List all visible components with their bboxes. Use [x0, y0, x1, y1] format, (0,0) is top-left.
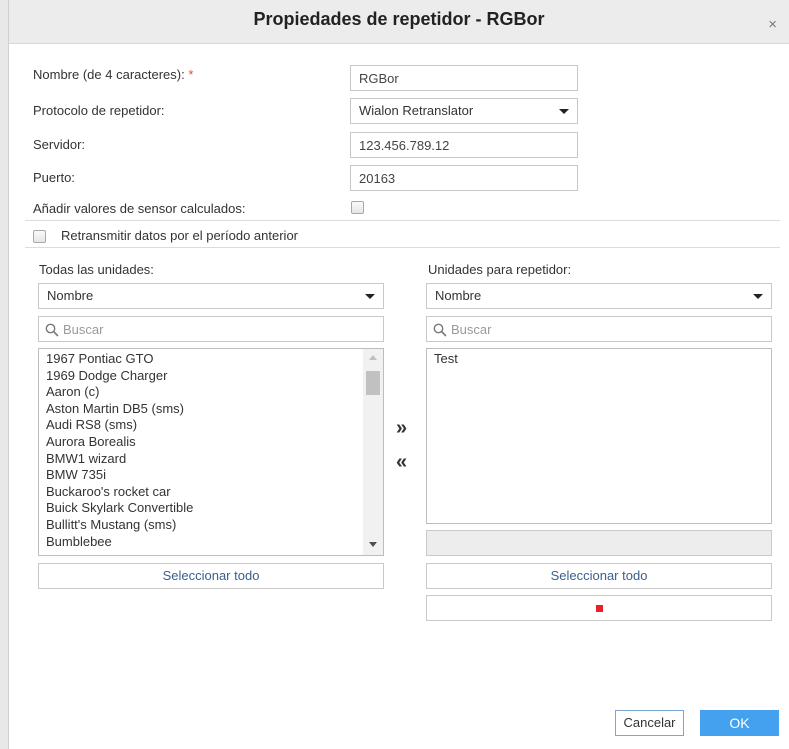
cancel-button[interactable]: Cancelar — [615, 710, 684, 736]
list-item[interactable]: Buick Skylark Convertible — [46, 500, 193, 517]
list-item[interactable]: Audi RS8 (sms) — [46, 417, 193, 434]
repeater-units-items: Test — [434, 351, 458, 368]
all-units-sort-select[interactable]: Nombre — [38, 283, 384, 309]
all-units-select-all-button[interactable]: Seleccionar todo — [38, 563, 384, 589]
repeater-units-sort-select[interactable]: Nombre — [426, 283, 772, 309]
list-item[interactable]: 1969 Dodge Charger — [46, 368, 193, 385]
repeater-units-empty-bar — [426, 530, 772, 556]
server-field[interactable] — [350, 132, 578, 158]
repeater-units-select-all-button[interactable]: Seleccionar todo — [426, 563, 772, 589]
stop-icon — [596, 605, 603, 612]
divider — [25, 220, 780, 221]
ok-button[interactable]: OK — [700, 710, 779, 736]
list-item[interactable]: Bullitt's Mustang (sms) — [46, 517, 193, 534]
name-label: Nombre (de 4 caracteres): * — [33, 67, 193, 82]
background-window-edge — [0, 0, 9, 749]
list-item[interactable]: Buckaroo's rocket car — [46, 484, 193, 501]
repeater-properties-dialog: Propiedades de repetidor - RGBor × Nombr… — [0, 0, 789, 749]
list-item[interactable]: Aurora Borealis — [46, 434, 193, 451]
all-units-search[interactable] — [38, 316, 384, 342]
search-icon — [433, 323, 447, 337]
scrollbar[interactable] — [363, 349, 383, 555]
protocol-select-value: Wialon Retranslator — [359, 103, 474, 118]
list-item[interactable]: BMW1 wizard — [46, 451, 193, 468]
scroll-up-icon[interactable] — [369, 355, 377, 360]
repeater-units-search-input[interactable] — [451, 317, 767, 341]
chevron-down-icon — [559, 109, 569, 114]
retransmit-checkbox[interactable] — [33, 230, 46, 243]
divider — [25, 247, 780, 248]
repeater-units-heading: Unidades para repetidor: — [428, 262, 572, 277]
dialog-title: Propiedades de repetidor - RGBor — [253, 9, 545, 29]
list-item[interactable]: Test — [434, 351, 458, 368]
add-sensors-label: Añadir valores de sensor calculados: — [33, 201, 246, 216]
protocol-select[interactable]: Wialon Retranslator — [350, 98, 578, 124]
dialog-titlebar: Propiedades de repetidor - RGBor × — [9, 0, 789, 44]
required-mark: * — [188, 67, 194, 82]
add-sensors-checkbox[interactable] — [351, 201, 364, 214]
list-item[interactable]: Aston Martin DB5 (sms) — [46, 401, 193, 418]
port-field[interactable] — [350, 165, 578, 191]
chevron-down-icon — [753, 294, 763, 299]
double-chevron-left-icon[interactable]: « — [396, 452, 407, 472]
retransmit-label: Retransmitir datos por el período anteri… — [61, 228, 299, 243]
name-field[interactable] — [350, 65, 578, 91]
all-units-search-input[interactable] — [63, 317, 379, 341]
chevron-down-icon — [365, 294, 375, 299]
list-item[interactable]: Bumblebee — [46, 534, 193, 551]
list-item[interactable]: Aaron (c) — [46, 384, 193, 401]
all-units-heading: Todas las unidades: — [39, 262, 154, 277]
repeater-units-sort-value: Nombre — [435, 288, 482, 303]
search-icon — [45, 323, 59, 337]
all-units-list[interactable]: 1967 Pontiac GTO 1969 Dodge Charger Aaron … — [38, 348, 384, 556]
double-chevron-right-icon[interactable]: » — [396, 418, 407, 438]
stop-button[interactable] — [426, 595, 772, 621]
scroll-down-icon[interactable] — [369, 542, 377, 547]
protocol-label: Protocolo de repetidor: — [33, 103, 165, 118]
repeater-units-list[interactable]: Test — [426, 348, 772, 524]
port-label: Puerto: — [33, 170, 75, 185]
list-item[interactable]: BMW 735i — [46, 467, 193, 484]
list-item[interactable]: 1967 Pontiac GTO — [46, 351, 193, 368]
all-units-sort-value: Nombre — [47, 288, 94, 303]
close-icon[interactable]: × — [768, 17, 777, 32]
server-label: Servidor: — [33, 137, 86, 152]
scroll-thumb[interactable] — [366, 371, 380, 395]
name-label-text: Nombre (de 4 caracteres): — [33, 67, 185, 82]
all-units-items: 1967 Pontiac GTO 1969 Dodge Charger Aaron … — [46, 351, 193, 550]
repeater-units-search[interactable] — [426, 316, 772, 342]
